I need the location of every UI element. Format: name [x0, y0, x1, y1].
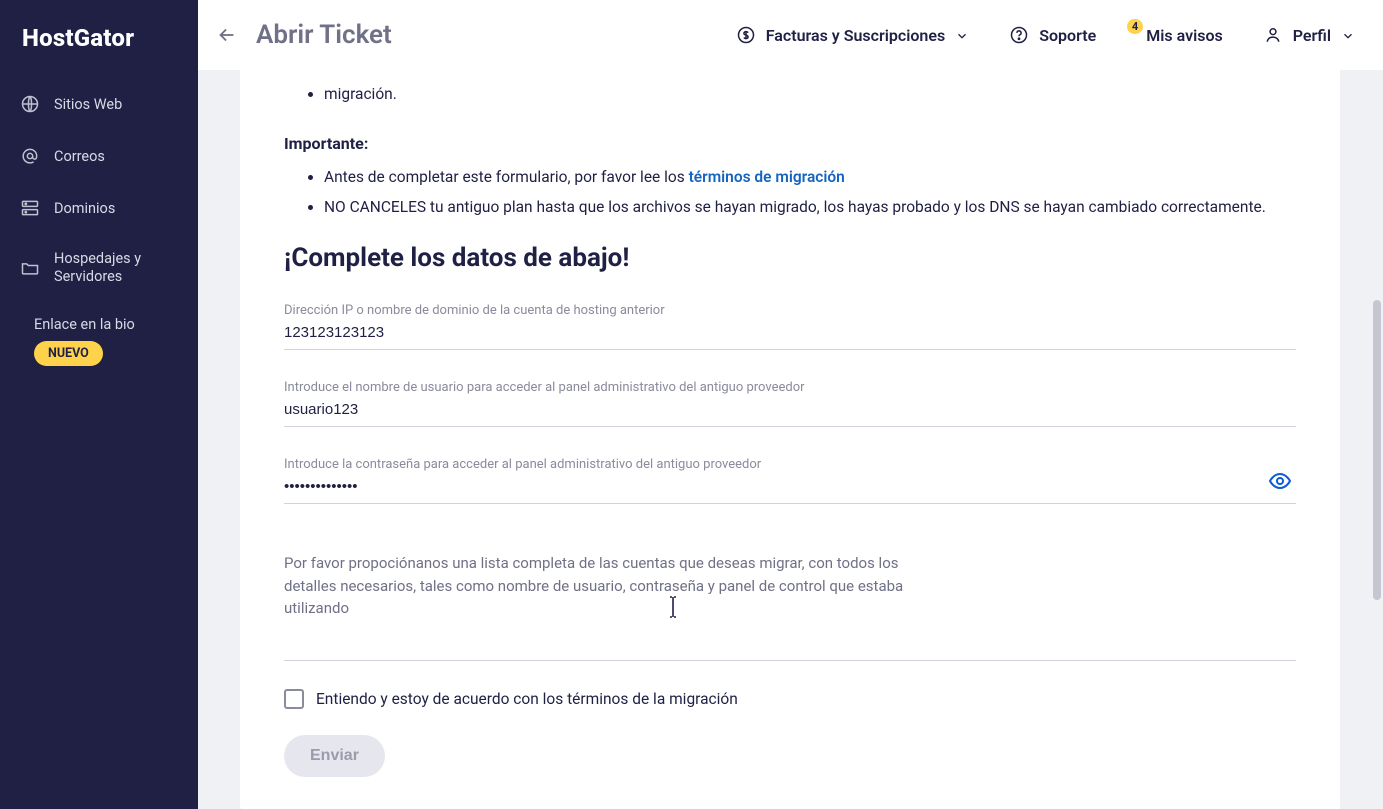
sidebar-item-label: Hospedajes y Servidores [54, 250, 178, 286]
brand-logo: HostGator [0, 0, 198, 72]
server-icon [20, 198, 40, 218]
important-text: Antes de completar este formulario, por … [324, 168, 689, 186]
important-heading: Importante: [284, 134, 1296, 153]
header-item-profile[interactable]: Perfil [1263, 25, 1355, 45]
header-item-label: Facturas y Suscripciones [766, 26, 946, 45]
ticket-form-card: migración. Importante: Antes de completa… [240, 70, 1340, 809]
sidebar: HostGator Sitios Web Correos Dominios [0, 0, 198, 809]
user-icon [1263, 25, 1283, 45]
app-root: HostGator Sitios Web Correos Dominios [0, 0, 1383, 809]
header-item-notices[interactable]: 4 Mis avisos [1136, 26, 1223, 45]
folder-icon [20, 258, 40, 278]
toggle-password-visibility-button[interactable] [1268, 469, 1292, 493]
field-label: Introduce la contraseña para acceder al … [284, 457, 1296, 472]
text-caret-icon [666, 595, 680, 619]
header-nav: Facturas y Suscripciones Soporte [736, 25, 1355, 45]
trailing-list: migración. [284, 82, 1296, 106]
header-item-label: Perfil [1293, 26, 1331, 45]
at-icon [20, 146, 40, 166]
submit-button[interactable]: Enviar [284, 735, 385, 777]
arrow-left-icon [216, 24, 238, 46]
migration-terms-link[interactable]: términos de migración [689, 168, 845, 186]
password-input[interactable] [284, 476, 1296, 497]
sidebar-item-hosting[interactable]: Hospedajes y Servidores [0, 234, 198, 302]
main-column: Abrir Ticket Facturas y Suscripciones [198, 0, 1383, 809]
field-ip: Dirección IP o nombre de dominio de la c… [284, 285, 1296, 350]
globe-icon [20, 94, 40, 114]
sidebar-item-label: Sitios Web [54, 96, 122, 113]
sidebar-item-domains[interactable]: Dominios [0, 182, 198, 234]
sidebar-item-sites[interactable]: Sitios Web [0, 78, 198, 130]
sidebar-item-label: Correos [54, 148, 105, 165]
sidebar-item-emails[interactable]: Correos [0, 130, 198, 182]
sidebar-nav: Sitios Web Correos Dominios Hospedajes y… [0, 72, 198, 380]
header-item-label: Soporte [1039, 26, 1096, 45]
field-label: Dirección IP o nombre de dominio de la c… [284, 303, 1296, 318]
content-scroll[interactable]: migración. Importante: Antes de completa… [198, 70, 1383, 809]
header-item-support[interactable]: Soporte [1009, 25, 1096, 45]
field-accounts-list[interactable]: Por favor propociónanos una lista comple… [284, 524, 1296, 661]
scrollbar-thumb[interactable] [1373, 300, 1381, 600]
agree-checkbox[interactable] [284, 689, 304, 709]
username-input[interactable] [284, 399, 1296, 420]
list-item: NO CANCELES tu antiguo plan hasta que lo… [324, 195, 1296, 219]
eye-icon [1268, 469, 1292, 493]
ip-input[interactable] [284, 322, 1296, 343]
header-item-billing[interactable]: Facturas y Suscripciones [736, 25, 970, 45]
header-item-label: Mis avisos [1146, 26, 1223, 45]
field-label: Introduce el nombre de usuario para acce… [284, 380, 1296, 395]
sidebar-item-label: Enlace en la bio [34, 316, 135, 333]
field-username: Introduce el nombre de usuario para acce… [284, 362, 1296, 427]
notices-count-badge: 4 [1127, 19, 1143, 34]
agree-row: Entiendo y estoy de acuerdo con los térm… [284, 689, 1296, 709]
chevron-down-icon [1341, 28, 1355, 42]
page-title: Abrir Ticket [256, 20, 392, 50]
header: Abrir Ticket Facturas y Suscripciones [198, 0, 1383, 70]
list-item: Antes de completar este formulario, por … [324, 165, 1296, 189]
agree-label: Entiendo y estoy de acuerdo con los térm… [316, 690, 738, 708]
list-item: migración. [324, 82, 1296, 106]
chevron-down-icon [955, 28, 969, 42]
form-section-title: ¡Complete los datos de abajo! [284, 243, 1296, 273]
new-badge: NUEVO [34, 341, 103, 366]
important-list: Antes de completar este formulario, por … [284, 165, 1296, 219]
field-password: Introduce la contraseña para acceder al … [284, 439, 1296, 504]
sidebar-item-linkbio[interactable]: Enlace en la bio NUEVO [0, 302, 198, 374]
back-button[interactable] [216, 24, 238, 46]
sidebar-item-label: Dominios [54, 200, 115, 217]
accounts-list-placeholder: Por favor propociónanos una lista comple… [284, 552, 944, 620]
question-circle-icon [1009, 25, 1029, 45]
dollar-circle-icon [736, 25, 756, 45]
